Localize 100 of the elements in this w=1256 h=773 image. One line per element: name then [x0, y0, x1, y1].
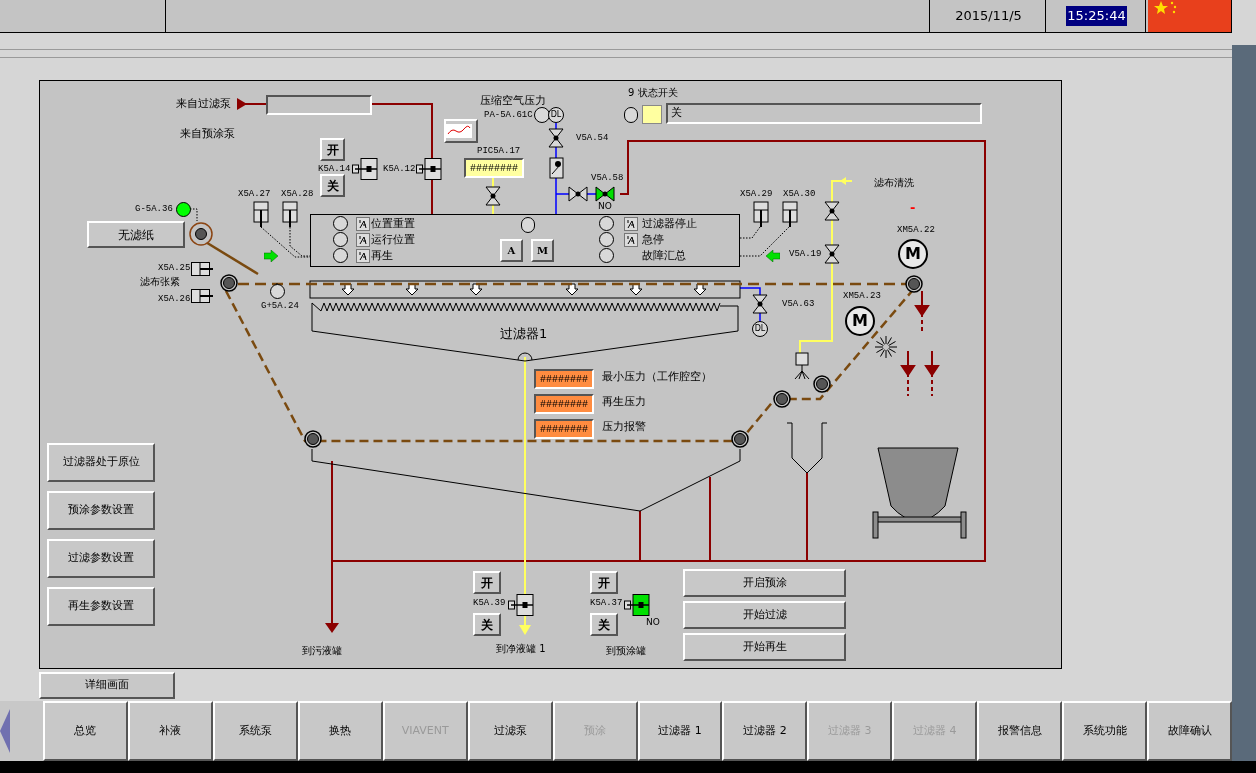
mode-button[interactable]: A [500, 239, 523, 262]
cylinder-icon [782, 201, 798, 227]
air-pressure-label: 压缩空气压力 [480, 93, 546, 109]
indicator-lamp [599, 248, 614, 263]
drain-arrow-icon [325, 623, 339, 633]
cylinder-icon [253, 201, 269, 227]
roller-icon [773, 390, 791, 408]
check-valve-icon [549, 157, 564, 179]
scroll-left-icon[interactable] [0, 709, 10, 753]
status-switch-label: 9 状态开关 [628, 86, 678, 100]
pressure-display: ######## [534, 369, 594, 389]
time-text: 15:25:44 [1066, 6, 1127, 26]
tag-label: V5A.58 [591, 174, 624, 183]
flow-arrow-icon [237, 98, 247, 110]
nav-button[interactable]: 故障确认 [1147, 701, 1233, 761]
close-button[interactable]: 关 [473, 613, 501, 636]
nav-button[interactable]: 过滤器 1 [637, 701, 723, 761]
roller-icon [905, 275, 923, 293]
settings-button[interactable]: 预涂参数设置 [47, 491, 155, 530]
trend-button[interactable] [444, 119, 478, 143]
pressure-display: ######## [534, 419, 594, 439]
tag-label: XM5A.22 [897, 226, 935, 235]
tag-label: K5A.37 [590, 599, 623, 608]
close-button[interactable]: 关 [320, 174, 345, 197]
mode-button[interactable]: M [531, 239, 554, 262]
pressure-label: 再生压力 [602, 394, 646, 410]
pressure-display: ######## [534, 394, 594, 414]
flow-arrow-icon [924, 350, 940, 397]
settings-button[interactable]: 过滤参数设置 [47, 539, 155, 578]
tag-label: V5A.19 [789, 250, 822, 259]
nav-button[interactable]: 过滤器 2 [722, 701, 808, 761]
wash-label: 滤布清洗 [874, 176, 914, 190]
tag-label: X5A.25 [158, 264, 191, 273]
sensor-label: G-5A.36 [135, 205, 173, 214]
nav-button[interactable]: 系统泵 [212, 701, 298, 761]
motor-state-text: - [910, 201, 916, 214]
indicator-lamp [333, 248, 348, 263]
close-button[interactable]: 关 [590, 613, 618, 636]
valve-state-label: NO [646, 618, 660, 627]
outlet-label: 到净液罐 1 [496, 642, 546, 656]
trend-chart-icon [446, 124, 472, 138]
nav-button[interactable]: 报警信息 [977, 701, 1063, 761]
sprayer-icon [794, 352, 810, 380]
roller-icon [813, 375, 831, 393]
action-button[interactable]: 开始再生 [683, 633, 846, 661]
status-display: 关 [666, 103, 982, 124]
left-arrow-icon [766, 250, 780, 262]
brush-icon [874, 335, 898, 359]
flow-arrow-icon [840, 177, 846, 185]
settings-button[interactable]: 再生参数设置 [47, 587, 155, 626]
tag-label: X5A.30 [783, 190, 816, 199]
tag-label: PIC5A.17 [477, 147, 521, 156]
open-button[interactable]: 开 [590, 571, 618, 594]
motor-icon: M [898, 239, 928, 269]
tag-label: V5A.54 [576, 134, 609, 143]
tag-label: K5A.12 [383, 165, 416, 174]
status-label: 急停 [642, 234, 664, 245]
valve-icon [548, 128, 564, 148]
filter-title: 过滤器1 [500, 325, 548, 343]
tag-label: X5A.26 [158, 295, 191, 304]
tag-label: V5A.63 [782, 300, 815, 309]
tag-label: PA-5A.61C [484, 111, 533, 120]
cylinder-icon [191, 289, 213, 303]
valve-state-label: NO [598, 202, 612, 211]
inlet-label: 来自过滤泵 [176, 96, 231, 112]
selector-icon [521, 217, 535, 233]
tag-label: XM5A.23 [843, 292, 881, 301]
right-arrow-icon [264, 250, 278, 262]
flow-arrow-icon [900, 350, 916, 397]
valve-icon [752, 294, 768, 314]
nav-button[interactable]: 补液 [127, 701, 213, 761]
nav-button[interactable]: 过滤泵 [467, 701, 553, 761]
pressure-label: 最小压力（工作腔空） [602, 369, 712, 385]
flow-arrow-icon [914, 290, 930, 332]
action-button[interactable]: 开启预涂 [683, 569, 846, 597]
settings-button[interactable]: 过滤器处于原位 [47, 443, 155, 482]
roller-icon [189, 222, 213, 246]
tag-label: X5A.27 [238, 190, 271, 199]
action-button[interactable]: 开始过滤 [683, 601, 846, 629]
nav-button[interactable]: 系统功能 [1062, 701, 1148, 761]
gauge-icon [534, 107, 550, 123]
status-label: 故障汇总 [642, 250, 686, 261]
roller-icon [731, 430, 749, 448]
open-button[interactable]: 开 [473, 571, 501, 594]
detail-view-button[interactable]: 详细画面 [39, 672, 175, 699]
status-label: 运行位置 [371, 234, 415, 245]
tag-label: K5A.39 [473, 599, 506, 608]
open-button[interactable]: 开 [320, 138, 345, 161]
nav-button[interactable]: 总览 [42, 701, 128, 761]
pressure-display: ######## [464, 158, 524, 178]
outlet-label: 到污液罐 [302, 644, 342, 658]
no-paper-button[interactable]: 无滤纸 [87, 221, 185, 248]
date-text: 2015/11/5 [932, 0, 1046, 32]
valve-icon [824, 201, 840, 221]
inlet-label: 来自预涂泵 [180, 126, 235, 142]
tag-label: K5A.14 [318, 165, 351, 174]
tag-label: X5A.29 [740, 190, 773, 199]
dl-indicator: DL [752, 321, 768, 337]
nav-button[interactable]: 换热 [297, 701, 383, 761]
status-label: 再生 [371, 250, 393, 261]
